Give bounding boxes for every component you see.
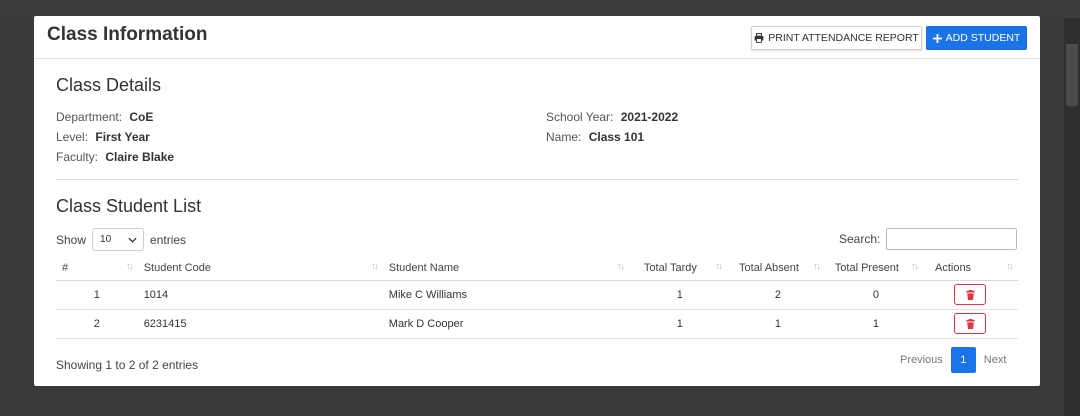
class-details-heading: Class Details — [56, 75, 162, 95]
cell-student-code: 6231415 — [137, 309, 383, 339]
school-year-row: School Year: 2021-2022 — [546, 110, 678, 124]
entries-label: entries — [150, 232, 187, 247]
level-label: Level: — [56, 130, 89, 144]
table-header-row: # ↑↓ Student Code ↑↓ Student Name ↑↓ Total … — [56, 256, 1018, 281]
level-row: Level: First Year — [56, 130, 150, 144]
delete-student-button[interactable] — [954, 313, 987, 334]
trash-icon — [966, 318, 975, 329]
search-input[interactable] — [886, 228, 1018, 250]
cell-index: 1 — [56, 280, 138, 310]
class-name-row: Name: Class 101 — [546, 130, 644, 144]
table-info: Showing 1 to 2 of 2 entries — [56, 358, 199, 372]
show-label: Show — [56, 232, 87, 247]
delete-student-button[interactable] — [954, 284, 987, 305]
column-header-total-absent[interactable]: Total Absent ↑↓ — [726, 256, 825, 281]
print-attendance-report-button[interactable]: PRINT ATTENDANCE REPORT — [751, 26, 922, 50]
column-header-student-name[interactable]: Student Name ↑↓ — [382, 256, 629, 281]
student-list-heading: Class Student List — [56, 196, 202, 216]
print-button-label: PRINT ATTENDANCE REPORT — [768, 32, 919, 44]
card-header: Class Information PRINT ATTENDANCE REPOR… — [34, 16, 1040, 59]
column-header-total-tardy[interactable]: Total Tardy ↑↓ — [628, 256, 727, 281]
chevron-down-icon — [128, 237, 137, 243]
pagination-next[interactable]: Next — [976, 354, 1015, 366]
section-divider — [56, 179, 1018, 180]
school-year-value: 2021-2022 — [620, 110, 679, 124]
add-student-label: ADD STUDENT — [945, 32, 1021, 44]
trash-icon — [966, 289, 975, 300]
page-title: Class Information — [47, 24, 208, 45]
department-value: CoE — [129, 110, 154, 124]
faculty-label: Faculty: — [56, 150, 99, 164]
search-label: Search: — [839, 232, 881, 246]
sort-arrows-icon: ↑↓ — [125, 261, 134, 272]
page-size-control: Show 10 entries — [56, 228, 186, 251]
cell-total-tardy: 1 — [628, 280, 727, 310]
class-name-value: Class 101 — [588, 130, 645, 144]
sort-arrows-icon: ↑↓ — [370, 261, 379, 272]
faculty-value: Claire Blake — [105, 150, 175, 164]
sort-arrows-icon: ↑↓ — [910, 261, 919, 272]
column-header-total-present[interactable]: Total Present ↑↓ — [824, 256, 923, 281]
level-value: First Year — [95, 130, 150, 144]
page-size-select[interactable]: 10 — [92, 228, 145, 251]
table-row: 1 1014 Mike C Williams 1 2 0 — [56, 280, 1018, 310]
sort-arrows-icon: ↑↓ — [616, 261, 625, 272]
printer-icon — [754, 33, 764, 43]
table-row: 2 6231415 Mark D Cooper 1 1 1 — [56, 309, 1018, 339]
pagination-previous[interactable]: Previous — [892, 354, 951, 366]
page-size-value: 10 — [100, 234, 112, 245]
cell-actions — [922, 280, 1018, 310]
class-information-card: Class Information PRINT ATTENDANCE REPOR… — [34, 16, 1040, 386]
department-row: Department: CoE — [56, 110, 153, 124]
cell-student-name: Mike C Williams — [382, 280, 629, 310]
add-student-button[interactable]: ADD STUDENT — [926, 26, 1027, 50]
cell-total-absent: 2 — [726, 280, 825, 310]
department-label: Department: — [56, 110, 123, 124]
class-name-label: Name: — [546, 130, 582, 144]
sort-arrows-icon: ↑↓ — [714, 261, 723, 272]
student-table: # ↑↓ Student Code ↑↓ Student Name ↑↓ Total … — [56, 256, 1018, 339]
school-year-label: School Year: — [546, 110, 614, 124]
pagination: Previous 1 Next — [892, 347, 1014, 373]
column-header-index[interactable]: # ↑↓ — [56, 256, 138, 281]
sort-arrows-icon: ↑↓ — [1006, 261, 1014, 272]
pagination-page-1[interactable]: 1 — [950, 347, 976, 373]
sort-arrows-icon: ↑↓ — [812, 261, 821, 272]
cell-student-name: Mark D Cooper — [382, 309, 629, 339]
cell-student-code: 1014 — [137, 280, 383, 310]
cell-total-absent: 1 — [726, 309, 825, 339]
cell-total-tardy: 1 — [628, 309, 727, 339]
search-control: Search: — [839, 228, 1018, 250]
cell-actions — [922, 309, 1018, 339]
cell-index: 2 — [56, 309, 138, 339]
page-scrollbar[interactable] — [1064, 18, 1080, 416]
column-header-student-code[interactable]: Student Code ↑↓ — [137, 256, 383, 281]
cell-total-present: 1 — [824, 309, 923, 339]
plus-icon — [932, 33, 942, 43]
faculty-row: Faculty: Claire Blake — [56, 150, 174, 164]
column-header-actions[interactable]: Actions ↑↓ — [922, 256, 1018, 281]
cell-total-present: 0 — [824, 280, 923, 310]
scrollbar-thumb[interactable] — [1066, 44, 1078, 106]
